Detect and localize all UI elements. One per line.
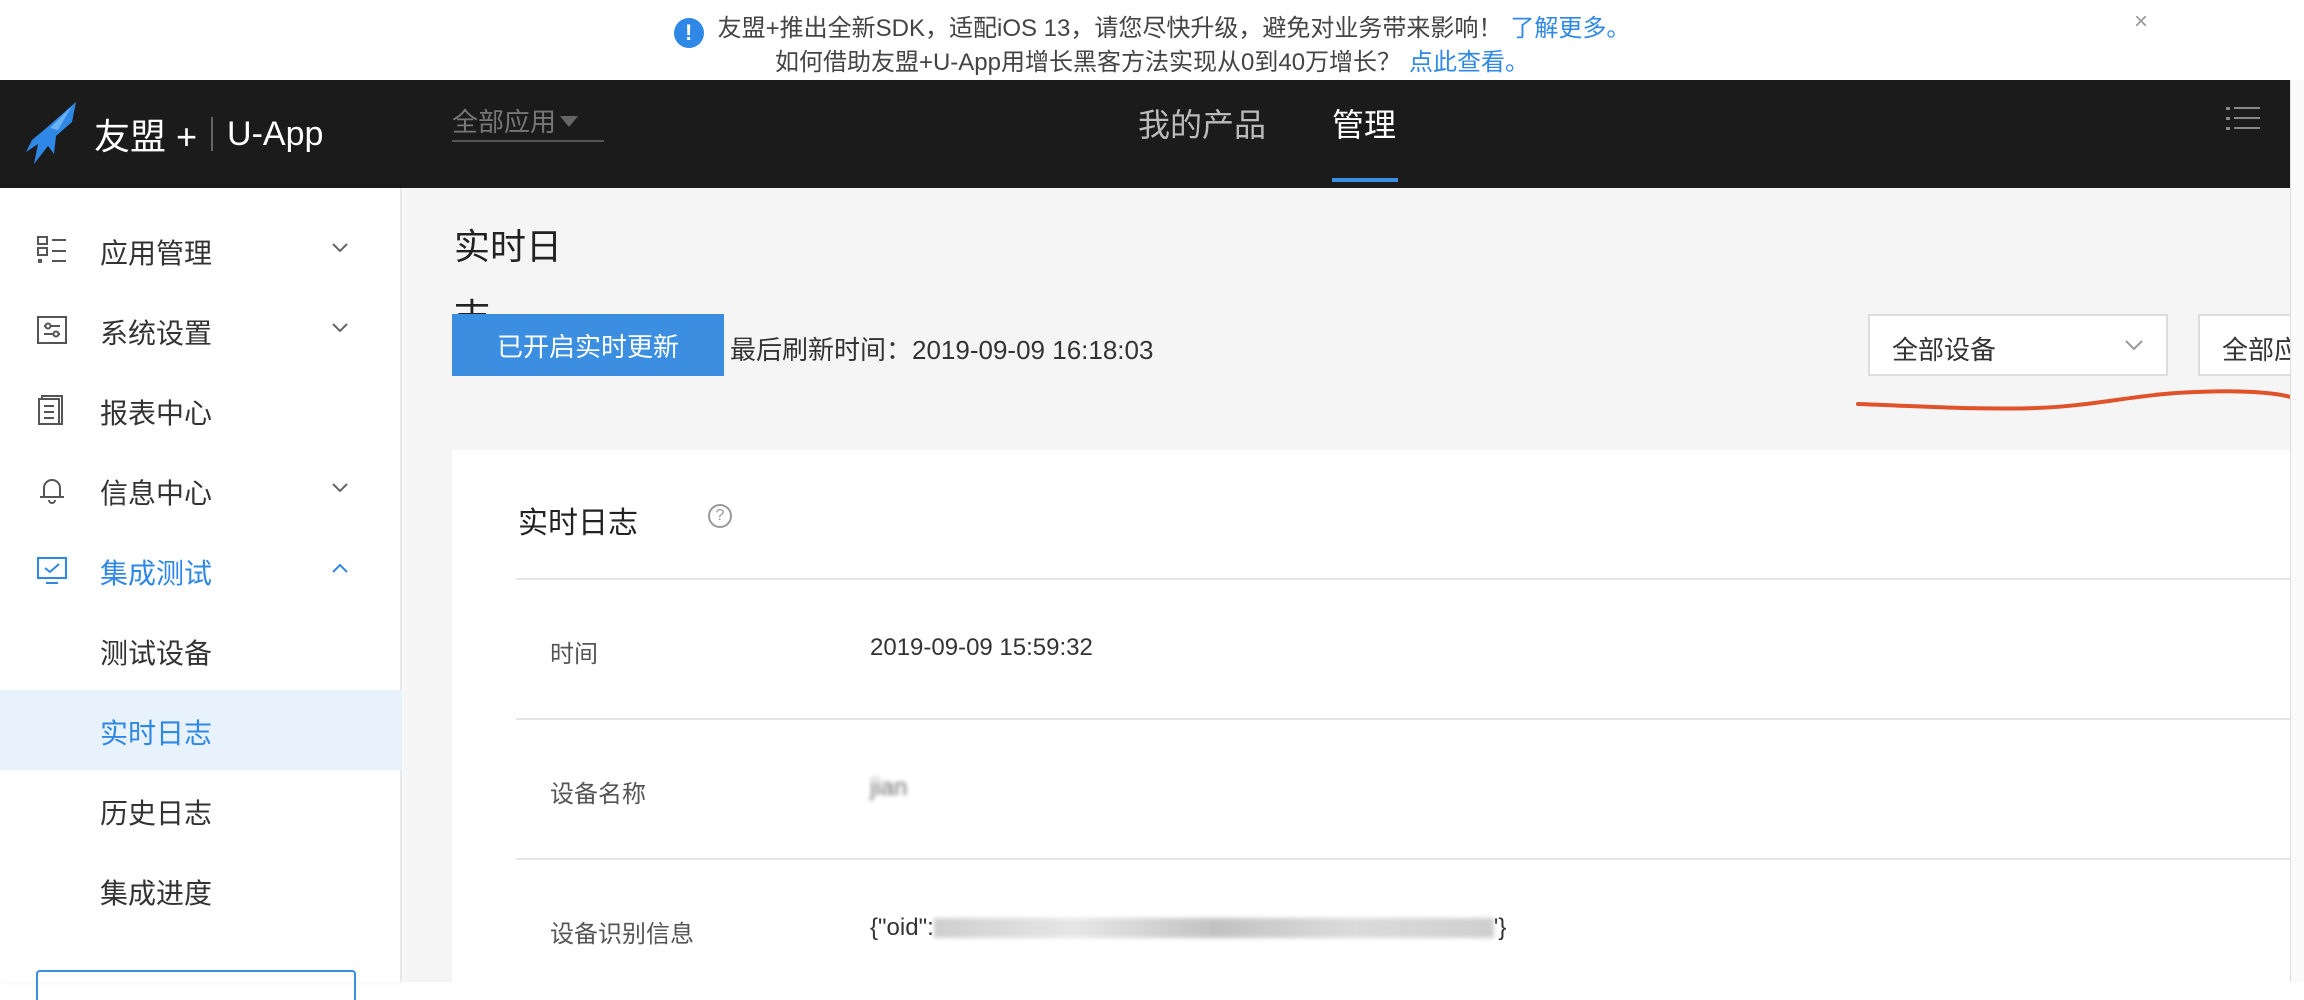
- nav-active-indicator: [1332, 178, 1398, 182]
- sidebar-item-label: 应用管理: [100, 238, 213, 269]
- scrollbar[interactable]: [2290, 80, 2304, 982]
- log-value: 2019-09-09 15:59:32: [870, 634, 1093, 661]
- device-name-value: jian: [870, 774, 908, 801]
- view-here-link[interactable]: 点此查看。: [1409, 49, 1529, 76]
- nav-manage[interactable]: 管理: [1332, 100, 1396, 146]
- close-icon[interactable]: ×: [2134, 8, 2148, 36]
- sidebar-subitem-test-devices[interactable]: 测试设备: [0, 610, 402, 690]
- top-navbar: 友盟 + U-App 全部应用 我的产品 管理: [0, 80, 2290, 188]
- log-key: 设备名称: [550, 781, 646, 808]
- device-id-prefix: {"oid":: [870, 914, 934, 941]
- card-title: 实时日志: [518, 507, 638, 540]
- notice-line-2: 如何借助友盟+U-App用增长黑客方法实现从0到40万增长？ 点此查看。: [0, 42, 2304, 77]
- last-refresh-label: 最后刷新时间：: [730, 335, 913, 365]
- sidebar-subitem-label: 集成进度: [100, 878, 213, 909]
- notice-text-1: 友盟+推出全新SDK，适配iOS 13，请您尽快升级，避免对业务带来影响！: [717, 15, 1503, 42]
- report-doc-icon: [38, 395, 63, 425]
- bell-icon: [40, 479, 64, 504]
- chevron-down-icon: [332, 243, 348, 253]
- sidebar-item-label: 信息中心: [100, 478, 213, 509]
- grid-list-icon: [37, 236, 66, 263]
- chevron-down-icon: [2125, 340, 2143, 351]
- menu-list-icon[interactable]: [2226, 104, 2260, 134]
- device-filter-select[interactable]: 全部设备: [1868, 314, 2168, 376]
- sidebar-item-label: 报表中心: [100, 398, 213, 429]
- notice-bar: ! 友盟+推出全新SDK，适配iOS 13，请您尽快升级，避免对业务带来影响！ 了解…: [0, 0, 2304, 80]
- annotation-underline: [1856, 389, 2296, 411]
- log-value: jian: [870, 774, 907, 802]
- log-row-device-name: 设备名称 jian: [516, 718, 2290, 858]
- sidebar-item-info-center[interactable]: 信息中心: [0, 450, 402, 530]
- chevron-up-icon: [332, 563, 348, 573]
- app-filter-value: 全部应: [2222, 335, 2301, 365]
- sidebar-item-label: 集成测试: [100, 558, 213, 589]
- sidebar-subitem-realtime-log[interactable]: 实时日志: [0, 690, 402, 770]
- caret-down-icon: [560, 116, 579, 127]
- log-key: 时间: [550, 641, 598, 668]
- chevron-down-icon: [332, 483, 348, 493]
- log-row-device-id: 设备识别信息 {"oid": '}: [516, 858, 2290, 998]
- sidebar: 应用管理 系统设置 报表中心 信息中心 集成测试 测试设备 实时日志 历史日志 …: [0, 188, 402, 1000]
- log-value: {"oid": '}: [870, 914, 1506, 942]
- sidebar-subitem-label: 历史日志: [100, 798, 213, 829]
- monitor-check-icon: [37, 557, 67, 584]
- learn-more-link[interactable]: 了解更多。: [1510, 15, 1630, 42]
- sidebar-item-system-settings[interactable]: 系统设置: [0, 290, 402, 370]
- device-id-suffix: '}: [1493, 914, 1507, 941]
- log-row-time: 时间 2019-09-09 15:59:32: [516, 578, 2290, 718]
- content-header: 实时日志 已开启实时更新 最后刷新时间：2019-09-09 16:18:03 …: [404, 188, 2304, 418]
- realtime-update-button[interactable]: 已开启实时更新: [452, 314, 724, 376]
- redacted-device-id: [933, 918, 1494, 938]
- sidebar-item-integration-test[interactable]: 集成测试: [0, 530, 402, 610]
- app-filter-select[interactable]: 全部应: [2198, 314, 2304, 376]
- app-select-dropdown[interactable]: 全部应用: [452, 100, 604, 142]
- log-key: 设备识别信息: [550, 921, 694, 948]
- sidebar-item-label: 系统设置: [100, 318, 213, 349]
- sidebar-subitem-label: 测试设备: [100, 638, 213, 669]
- logo[interactable]: 友盟 + U-App: [24, 80, 323, 188]
- last-refresh: 最后刷新时间：2019-09-09 16:18:03: [730, 330, 1153, 367]
- nav-my-products[interactable]: 我的产品: [1138, 100, 1266, 146]
- main-content: 实时日志 已开启实时更新 最后刷新时间：2019-09-09 16:18:03 …: [404, 188, 2304, 982]
- sidebar-item-app-management[interactable]: 应用管理: [0, 210, 402, 290]
- logo-divider: [211, 117, 214, 151]
- brand-name: 友盟 +: [94, 116, 198, 157]
- product-name: U-App: [227, 114, 324, 153]
- help-icon[interactable]: ?: [708, 504, 732, 528]
- device-filter-value: 全部设备: [1892, 335, 1997, 365]
- sidebar-item-report-center[interactable]: 报表中心: [0, 370, 402, 450]
- app-select-value: 全部应用: [452, 107, 557, 137]
- umeng-logo-icon: [26, 102, 76, 164]
- chevron-down-icon: [332, 323, 348, 333]
- notice-text-2: 如何借助友盟+U-App用增长黑客方法实现从0到40万增长？: [774, 49, 1402, 76]
- sidebar-subitem-label: 实时日志: [100, 718, 213, 749]
- realtime-log-card: 实时日志 ? 时间 2019-09-09 15:59:32 设备名称 jian …: [452, 450, 2290, 982]
- sidebar-bottom-button[interactable]: [36, 970, 356, 1000]
- settings-sliders-icon: [37, 316, 67, 344]
- sidebar-subitem-integration-progress[interactable]: 集成进度: [0, 850, 402, 930]
- last-refresh-time: 2019-09-09 16:18:03: [912, 335, 1154, 365]
- sidebar-subitem-history-log[interactable]: 历史日志: [0, 770, 402, 850]
